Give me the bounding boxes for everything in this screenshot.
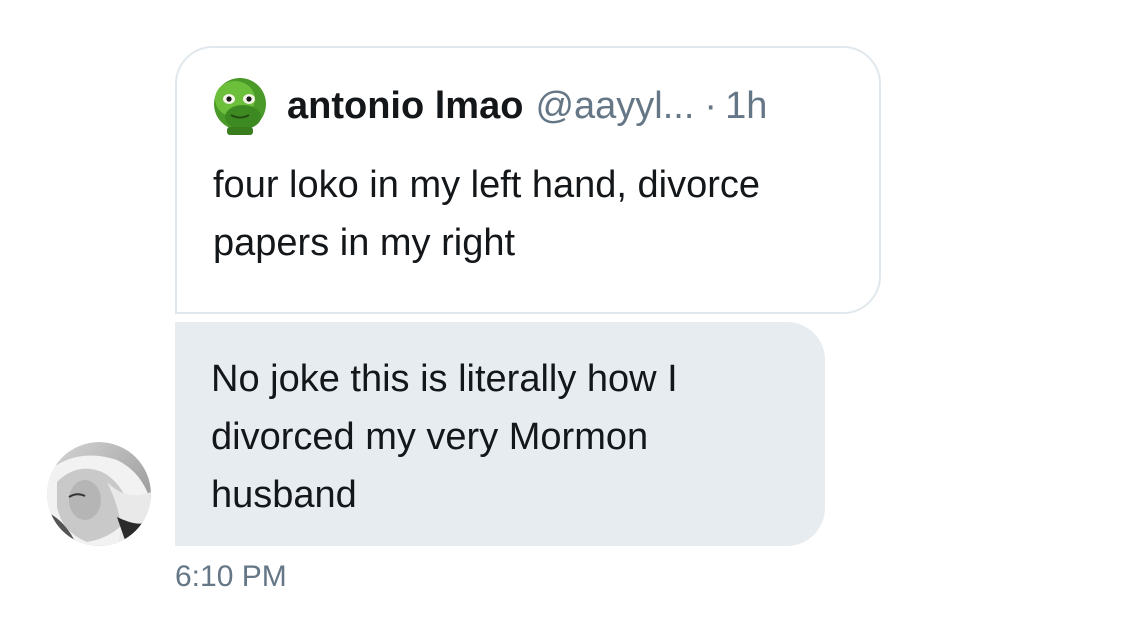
quoted-tweet-card[interactable]: antonio lmao @aayyl... · 1h four loko in…	[175, 46, 881, 314]
green-alien-head-icon[interactable]	[213, 77, 267, 135]
message-bubble[interactable]: No joke this is literally how I divorced…	[175, 322, 825, 546]
profile-photo-icon[interactable]	[47, 442, 151, 546]
quoted-tweet-time: 1h	[725, 84, 768, 127]
direct-message-conversation: antonio lmao @aayyl... · 1h four loko in…	[0, 0, 1125, 634]
quoted-tweet-text: four loko in my left hand, divorce paper…	[213, 164, 761, 264]
quoted-tweet-author-handle[interactable]: @aayyl...	[535, 85, 694, 128]
message-text: No joke this is literally how I divorced…	[211, 358, 678, 516]
message-timestamp: 6:10 PM	[175, 560, 287, 593]
header-separator: ·	[704, 84, 718, 127]
quoted-tweet-header: antonio lmao @aayyl... · 1h	[213, 76, 767, 136]
quoted-tweet-author-name[interactable]: antonio lmao	[287, 85, 523, 128]
